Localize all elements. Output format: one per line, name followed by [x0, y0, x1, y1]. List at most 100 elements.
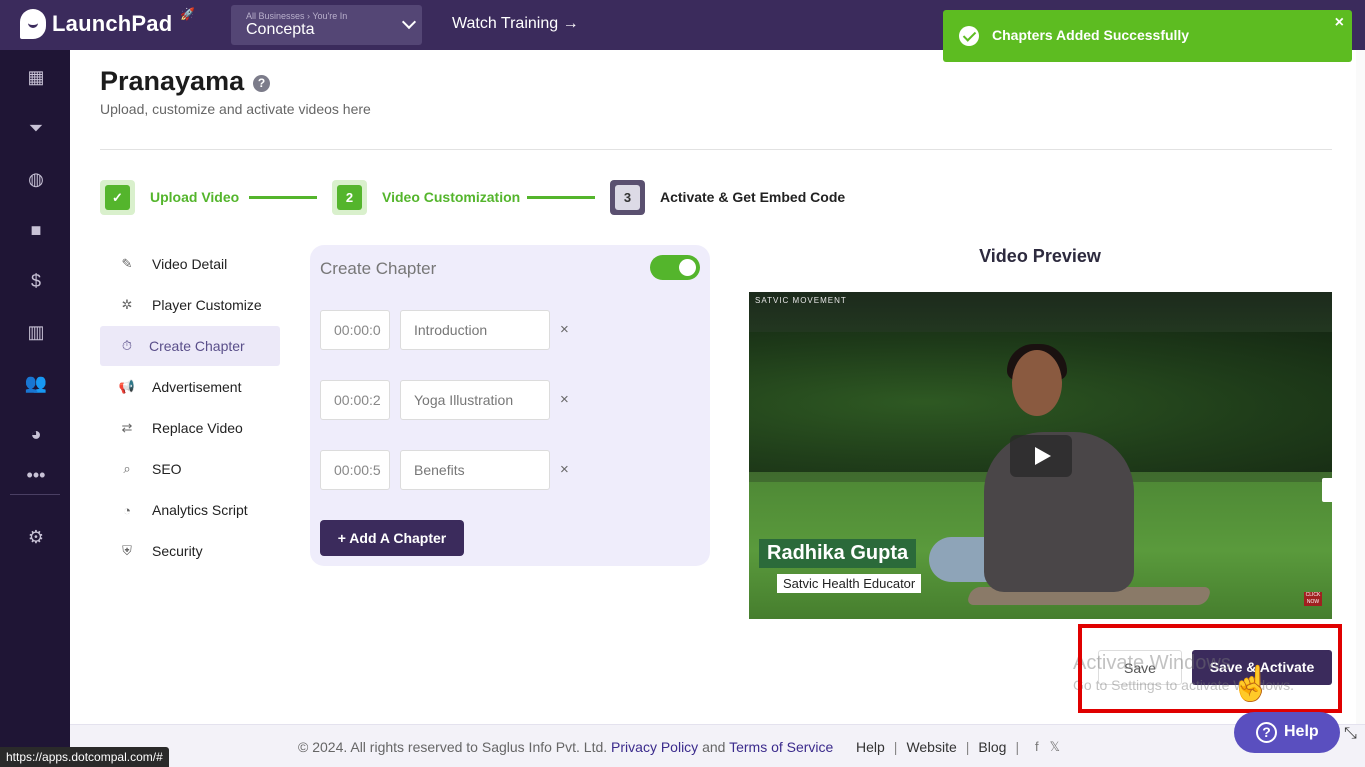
- menu-item-security[interactable]: ⛨ Security: [100, 531, 280, 571]
- check-icon: ✓: [105, 185, 130, 210]
- menu-item-label: Analytics Script: [152, 502, 248, 518]
- close-icon[interactable]: ×: [1335, 14, 1344, 32]
- users-icon[interactable]: 👥: [25, 372, 47, 394]
- footer-copyright: © 2024. All rights reserved to Saglus In…: [298, 739, 833, 755]
- play-button[interactable]: [1010, 435, 1072, 477]
- step-2-number: 2: [337, 185, 362, 210]
- funnel-icon[interactable]: ⏷: [25, 117, 47, 139]
- app-logo[interactable]: LaunchPad 🚀: [20, 7, 195, 39]
- status-bar-url: https://apps.dotcompal.com/#: [0, 747, 169, 767]
- menu-item-replace-video[interactable]: ⇄ Replace Video: [100, 408, 280, 448]
- chapter-time-input[interactable]: 00:00:2: [320, 380, 390, 420]
- step-2-marker[interactable]: 2: [332, 180, 367, 215]
- more-icon[interactable]: •••: [25, 464, 47, 486]
- shield-icon: ⛨: [122, 543, 132, 558]
- help-widget-button[interactable]: ? Help: [1234, 712, 1340, 753]
- video-camera-icon[interactable]: ■: [25, 219, 47, 241]
- menu-item-label: Replace Video: [152, 420, 243, 436]
- chapter-name-input[interactable]: Introduction: [400, 310, 550, 350]
- menu-item-video-detail[interactable]: ✎ Video Detail: [100, 244, 280, 284]
- chapter-name-input[interactable]: Benefits: [400, 450, 550, 490]
- chart-icon: ◔: [123, 502, 131, 518]
- menu-item-advertisement[interactable]: 📢 Advertisement: [100, 367, 280, 407]
- search-icon: ⌕: [123, 461, 131, 476]
- dashboard-icon[interactable]: ▦: [25, 66, 47, 88]
- footer-separator: |: [893, 739, 898, 755]
- step-1-marker[interactable]: ✓: [100, 180, 135, 215]
- scrollbar[interactable]: [1356, 50, 1365, 730]
- app-name: LaunchPad: [52, 11, 173, 36]
- step-3-label[interactable]: Activate & Get Embed Code: [660, 189, 845, 205]
- privacy-policy-link[interactable]: Privacy Policy: [611, 739, 698, 755]
- main-sidebar: ▦ ⏷ ◍ ■ $ ▥ 👥 ◕ ••• ⚙: [0, 50, 70, 767]
- expand-icon[interactable]: [1322, 478, 1332, 502]
- chapter-panel-title: Create Chapter: [320, 259, 437, 278]
- rocket-icon: 🚀: [180, 7, 195, 21]
- chapter-time-input[interactable]: 00:00:0: [320, 310, 390, 350]
- resize-icon: ⤡: [1344, 725, 1357, 742]
- edit-icon: ✎: [121, 256, 133, 271]
- menu-item-create-chapter[interactable]: ⏱ Create Chapter: [100, 326, 280, 366]
- facebook-icon[interactable]: f: [1035, 739, 1039, 754]
- analytics-icon[interactable]: ▥: [25, 321, 47, 343]
- step-1-label[interactable]: Upload Video: [150, 189, 239, 205]
- copyright-text: © 2024. All rights reserved to Saglus In…: [298, 739, 608, 755]
- remove-chapter-icon[interactable]: ×: [560, 391, 569, 408]
- menu-item-label: Video Detail: [152, 256, 228, 272]
- video-role-tag: Satvic Health Educator: [777, 574, 922, 593]
- menu-item-player-customize[interactable]: ✲ Player Customize: [100, 285, 280, 325]
- chapter-time-input[interactable]: 00:00:5: [320, 450, 390, 490]
- business-name: Concepta: [246, 21, 315, 38]
- add-chapter-button[interactable]: + Add A Chapter: [320, 520, 464, 556]
- question-circle-icon: ?: [1256, 722, 1277, 743]
- menu-item-analytics-script[interactable]: ◔ Analytics Script: [100, 490, 280, 530]
- sidebar-divider: [10, 494, 60, 495]
- chapters-toggle[interactable]: [650, 255, 700, 280]
- remove-chapter-icon[interactable]: ×: [560, 461, 569, 478]
- footer-separator: |: [1015, 739, 1020, 755]
- cog-icon: ✲: [121, 297, 133, 312]
- remove-chapter-icon[interactable]: ×: [560, 321, 569, 338]
- business-crumb: All Businesses › You're In: [246, 11, 348, 21]
- video-person-head: [1012, 350, 1062, 416]
- globe-icon[interactable]: ◍: [25, 168, 47, 190]
- megaphone-icon: 📢: [118, 379, 136, 394]
- header-divider: [100, 149, 1332, 150]
- step-connector-1: [249, 196, 317, 199]
- settings-gear-icon[interactable]: ⚙: [25, 526, 47, 548]
- play-icon: [1035, 447, 1051, 465]
- video-preview-title: Video Preview: [979, 246, 1101, 266]
- menu-item-label: Create Chapter: [149, 338, 245, 354]
- dollar-icon[interactable]: $: [25, 270, 47, 292]
- footer-website-link[interactable]: Website: [906, 739, 956, 755]
- business-switcher[interactable]: All Businesses › You're In Concepta: [231, 5, 422, 45]
- twitter-x-icon[interactable]: 𝕏: [1049, 739, 1059, 754]
- video-channel-watermark: SATVIC MOVEMENT: [755, 296, 847, 305]
- create-chapter-panel: Create Chapter 00:00:0 Introduction × 00…: [310, 245, 710, 566]
- timer-icon: ⏱: [121, 338, 133, 353]
- page-subtitle: Upload, customize and activate videos he…: [100, 101, 371, 117]
- step-3-number: 3: [615, 185, 640, 210]
- chapter-name-input[interactable]: Yoga Illustration: [400, 380, 550, 420]
- menu-item-label: SEO: [152, 461, 182, 477]
- click-now-badge[interactable]: CLICK NOW: [1304, 592, 1322, 606]
- toast-message: Chapters Added Successfully: [992, 27, 1190, 43]
- page-footer: © 2024. All rights reserved to Saglus In…: [70, 724, 1365, 767]
- step-2-label[interactable]: Video Customization: [382, 189, 520, 205]
- menu-item-label: Security: [152, 543, 203, 559]
- step-3-marker[interactable]: 3: [610, 180, 645, 215]
- help-widget-label: Help: [1284, 723, 1319, 740]
- video-player[interactable]: SATVIC MOVEMENT Radhika Gupta Satvic Hea…: [749, 292, 1332, 619]
- menu-item-seo[interactable]: ⌕ SEO: [100, 449, 280, 489]
- highlight-frame: [1078, 624, 1342, 713]
- footer-and: and: [702, 739, 726, 755]
- footer-blog-link[interactable]: Blog: [978, 739, 1006, 755]
- footer-help-link[interactable]: Help: [856, 739, 885, 755]
- logo-mark-icon: [20, 9, 46, 39]
- check-circle-icon: [959, 26, 979, 46]
- footer-separator: |: [965, 739, 970, 755]
- watch-training-link[interactable]: Watch Training →: [452, 15, 579, 33]
- terms-of-service-link[interactable]: Terms of Service: [729, 739, 833, 755]
- gauge-icon[interactable]: ◕: [25, 423, 47, 445]
- help-question-icon[interactable]: ?: [253, 75, 270, 92]
